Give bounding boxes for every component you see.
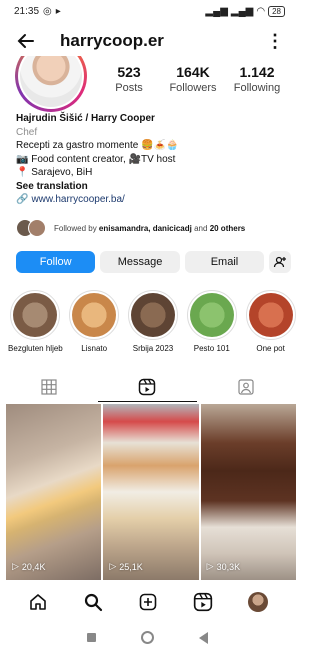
follower-avatars [16,219,48,237]
highlight-thumbnail [130,293,175,337]
bio-line: 📷 Food content creator, 🎥TV host [16,153,176,165]
home-icon[interactable] [26,590,50,614]
play-icon: ▷ [206,561,214,571]
highlight-item[interactable]: Pesto 101 [184,290,239,353]
tab-tagged[interactable] [197,372,295,402]
profile-name: Hajrudin Šišić / Harry Cooper [16,113,155,124]
bio-line: 📍 Sarajevo, BiH [16,167,93,178]
highlight-label: Srbija 2023 [132,344,174,353]
bottom-nav [0,586,295,618]
view-count-text: 20,4K [21,561,46,572]
highlight-item[interactable]: One pot [243,290,298,353]
view-count: ▷ 20,4K [12,561,45,572]
highlight-label: Bezgluten hljeb [8,344,63,353]
top-bar: harrycoop.er ⋮ [0,26,295,56]
see-translation-link[interactable]: See translation [16,180,284,194]
play-icon: ▷ [12,561,19,571]
page-title: harrycoop.er [60,31,164,50]
search-icon[interactable] [81,590,105,614]
email-button[interactable]: Email [184,251,265,273]
stat-followers[interactable]: 164K Followers [162,64,224,94]
stat-following[interactable]: 1.142 Following [226,64,288,94]
more-options-icon[interactable]: ⋮ [265,31,285,52]
follow-button[interactable]: Follow [16,251,96,273]
highlight-thumbnail [13,293,58,337]
story-highlights: Bezgluten hljeb Lisnato Srbija 2023 Pest… [8,290,298,353]
stat-value: 523 [117,64,141,80]
view-count: ▷ 25,1K [109,561,142,572]
stat-value: 1.142 [239,64,275,80]
post-tile[interactable]: ▷ 25,1K [103,404,199,580]
back-icon[interactable] [198,631,208,644]
status-bar: 21:35 ◎ ▸ ▂▄▆ ▂▄▆ ◠ 28 [0,0,295,22]
notification-icon: ◎ [43,5,52,17]
content-tabs [0,372,295,402]
highlight-item[interactable]: Lisnato [67,290,122,353]
bio-line: Recepti za gastro momente 🍔🍝🧁 [16,140,179,151]
highlight-thumbnail [189,293,234,337]
stat-posts[interactable]: 523 Posts [98,64,160,94]
add-user-button[interactable] [269,251,291,273]
system-navigation [0,622,295,653]
highlight-label: One pot [256,344,285,353]
stat-label: Following [233,82,281,94]
add-person-icon [273,256,287,268]
recents-icon[interactable] [87,633,97,642]
website-link[interactable]: 🔗 www.harrycooper.ba/ [16,193,284,207]
view-count: ▷ 30,3K [207,561,240,572]
stat-value: 164K [176,64,210,80]
followed-by-middle: and [194,223,208,233]
play-icon: ▷ [109,561,117,571]
followed-by[interactable]: Followed by enisamandra, danicicadj and … [16,219,286,237]
wifi-icon: ◠ [256,5,266,17]
reels-icon [139,378,156,395]
post-tile[interactable]: ▷ 20,4K [6,404,102,580]
message-button[interactable]: Message [100,251,180,273]
profile-stats: 523 Posts 164K Followers 1.142 Following [98,64,288,94]
bio: Hajrudin Šišić / Harry Cooper Chef Recep… [16,112,284,207]
stat-label: Posts [115,82,143,94]
avatar[interactable] [15,56,87,114]
play-icon: ▸ [55,5,61,17]
posts-grid: ▷ 20,4K ▷ 25,1K ▷ 30,3K [6,404,296,580]
post-tile[interactable]: ▷ 30,3K [200,404,296,580]
highlight-item[interactable]: Srbija 2023 [126,290,181,353]
stat-label: Followers [169,82,217,94]
tagged-icon [238,379,254,395]
link-icon: 🔗 [16,194,29,205]
reels-nav-icon[interactable] [191,590,215,614]
highlight-thumbnail [72,293,117,337]
highlight-thumbnail [248,293,293,337]
create-post-icon[interactable] [136,590,160,614]
profile-actions: Follow Message Email [16,251,291,273]
website-link-text: www.harrycooper.ba/ [31,194,125,205]
grid-icon [41,379,57,395]
signal-icon: ▂▄▆ [205,5,228,17]
profile-avatar-icon[interactable] [246,590,270,614]
battery-icon: 28 [268,5,285,17]
highlight-label: Lisnato [81,344,108,353]
view-count-text: 30,3K [216,561,241,572]
profile-category: Chef [16,126,38,138]
view-count-text: 25,1K [119,561,143,572]
home-button-icon[interactable] [140,631,154,644]
followed-by-names: enisamandra, danicicadj [98,223,192,233]
followed-by-others: 20 others [209,223,246,233]
clock: 21:35 [14,5,40,17]
highlight-item[interactable]: Bezgluten hljeb [8,290,63,353]
followed-by-prefix: Followed by [54,223,97,233]
highlight-label: Pesto 101 [193,344,230,353]
tab-grid[interactable] [0,372,98,402]
back-arrow-icon[interactable] [16,29,40,53]
tab-reels[interactable] [98,372,197,402]
signal-icon-2: ▂▄▆ [230,5,254,17]
